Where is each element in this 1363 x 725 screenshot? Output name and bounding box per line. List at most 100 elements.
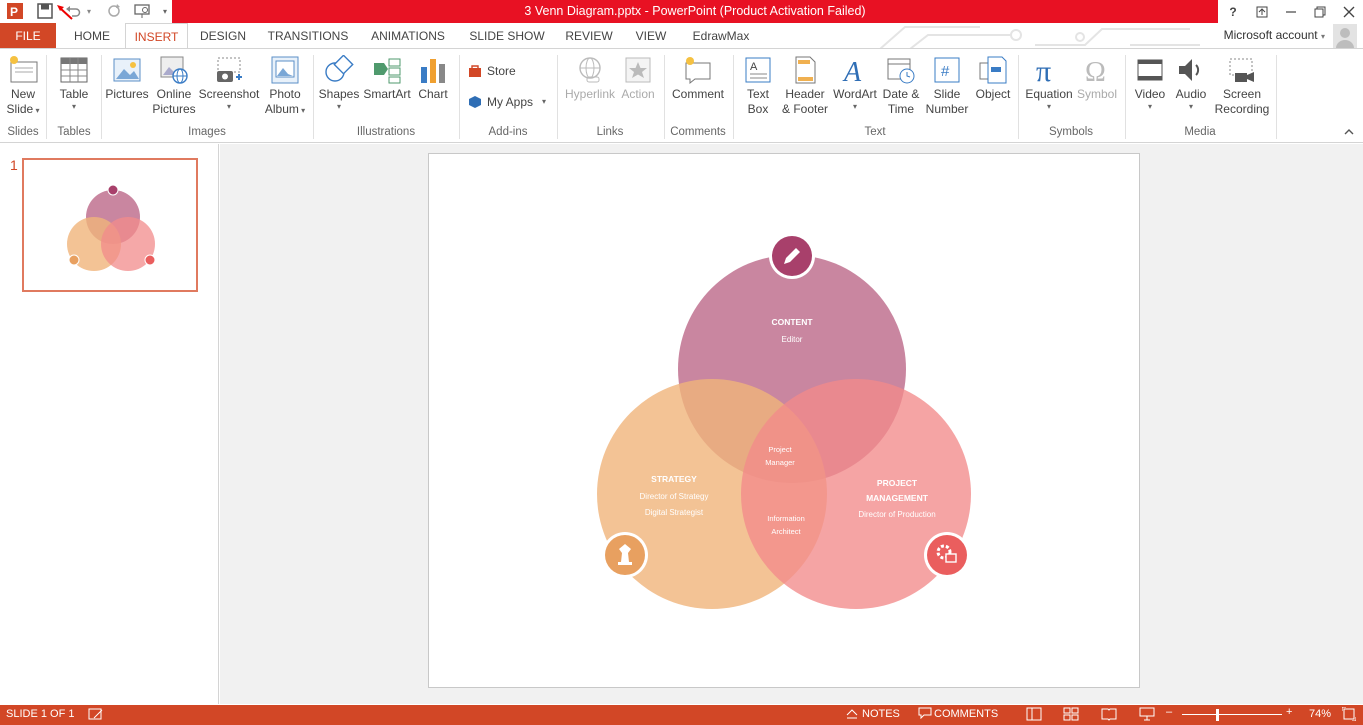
equation-button[interactable]: π Equation ▾: [1022, 53, 1076, 112]
group-text: Text: [864, 126, 886, 138]
circuit-decoration-icon: [879, 26, 1200, 49]
separator: [733, 55, 734, 139]
thumbnail-venn-preview: [67, 184, 156, 271]
smartart-icon: [370, 53, 404, 87]
symbol-button[interactable]: Ω Symbol: [1073, 53, 1121, 102]
account-menu[interactable]: Microsoft account ▾: [1224, 28, 1325, 42]
photo-album-dropdown-icon: ▾: [298, 106, 306, 115]
fit-to-window-icon[interactable]: [1341, 706, 1357, 724]
header-footer-button[interactable]: Header & Footer: [779, 53, 831, 117]
pencil-badge-icon: [769, 233, 815, 279]
collapse-ribbon-icon[interactable]: [1343, 125, 1355, 137]
comments-button[interactable]: COMMENTS: [934, 708, 998, 720]
group-images: Images: [188, 126, 226, 138]
tab-view[interactable]: VIEW: [630, 23, 672, 49]
hyperlink-label: Hyperlink: [564, 87, 615, 101]
start-from-beginning-icon[interactable]: [134, 2, 152, 20]
avatar[interactable]: [1333, 24, 1357, 48]
zoom-in-button[interactable]: +: [1286, 706, 1292, 718]
svg-text:#: #: [941, 63, 950, 80]
action-button[interactable]: Action: [619, 53, 657, 102]
date-time-button[interactable]: Date & Time: [879, 53, 923, 117]
zoom-out-button[interactable]: –: [1166, 706, 1172, 718]
powerpoint-logo-icon[interactable]: P: [6, 2, 24, 20]
screen-recording-button[interactable]: Screen Recording: [1211, 53, 1273, 117]
slide-canvas[interactable]: CONTENT Editor STRATEGY Director of Stra…: [428, 153, 1140, 688]
photo-album-label-1: Photo: [269, 87, 301, 101]
my-apps-button[interactable]: My Apps ▾: [468, 95, 546, 109]
tab-animations[interactable]: ANIMATIONS: [364, 23, 452, 49]
slide-thumbnail[interactable]: [22, 158, 198, 292]
project-subtitle: Director of Production: [858, 510, 935, 519]
chart-button[interactable]: Chart: [414, 53, 452, 102]
store-button[interactable]: Store: [468, 64, 516, 78]
photo-album-label-2: Album: [264, 102, 299, 116]
wordart-button[interactable]: A WordArt ▾: [831, 53, 879, 112]
smartart-label: SmartArt: [363, 87, 411, 101]
table-dropdown-icon: ▾: [71, 102, 76, 111]
slide-thumbnail-pane: 1: [0, 144, 219, 704]
reading-view-icon[interactable]: [1101, 707, 1117, 724]
svg-text:A: A: [842, 57, 862, 85]
comment-label: Comment: [671, 87, 724, 101]
spell-check-icon[interactable]: [88, 707, 104, 724]
slide-show-icon[interactable]: [1139, 707, 1155, 724]
smartart-button[interactable]: SmartArt: [361, 53, 413, 102]
notes-button[interactable]: NOTES: [862, 708, 900, 720]
ribbon-display-options-button[interactable]: [1248, 0, 1276, 23]
tab-file[interactable]: FILE: [0, 23, 56, 49]
restore-button[interactable]: [1306, 0, 1334, 23]
tab-edrawmax[interactable]: EdrawMax: [684, 23, 758, 49]
help-button[interactable]: ?: [1219, 0, 1247, 23]
my-apps-label: My Apps: [487, 95, 534, 109]
project-title-2: MANAGEMENT: [866, 493, 929, 503]
tab-transitions[interactable]: TRANSITIONS: [263, 23, 353, 49]
comment-button[interactable]: Comment: [668, 53, 728, 102]
shapes-label: Shapes: [318, 87, 360, 101]
tab-slide-show[interactable]: SLIDE SHOW: [464, 23, 550, 49]
online-pictures-button[interactable]: Online Pictures: [152, 53, 196, 117]
video-button[interactable]: Video ▾: [1130, 53, 1170, 112]
omega-icon: Ω: [1080, 53, 1114, 87]
audio-button[interactable]: Audio ▾: [1171, 53, 1211, 112]
text-box-button[interactable]: A Text Box: [738, 53, 778, 117]
table-icon: [57, 53, 91, 87]
video-dropdown-icon: ▾: [1147, 102, 1152, 111]
slide-number-button[interactable]: # Slide Number: [924, 53, 970, 117]
overlap-top-label-1: Project: [768, 445, 792, 454]
strategy-title: STRATEGY: [651, 474, 697, 484]
zoom-slider[interactable]: [1182, 714, 1282, 715]
hyperlink-button[interactable]: Hyperlink: [561, 53, 619, 102]
tab-review[interactable]: REVIEW: [561, 23, 617, 49]
screen-recording-label-1: Screen: [1222, 87, 1262, 101]
zoom-level[interactable]: 74%: [1309, 708, 1331, 720]
object-button[interactable]: Object: [971, 53, 1015, 102]
normal-view-icon[interactable]: [1026, 707, 1042, 724]
screenshot-button[interactable]: Screenshot ▾: [198, 53, 260, 112]
separator: [1276, 55, 1277, 139]
slide-number-label-1: Slide: [933, 87, 961, 101]
customize-qat-icon[interactable]: ▾: [160, 2, 170, 20]
slide-sorter-icon[interactable]: [1063, 707, 1079, 724]
tab-insert[interactable]: INSERT: [125, 23, 188, 49]
screen-recording-label-2: Recording: [1214, 102, 1270, 116]
svg-text:Ω: Ω: [1085, 57, 1106, 85]
redo-icon[interactable]: [105, 2, 123, 20]
minimize-button[interactable]: [1277, 0, 1305, 23]
new-slide-label-2: Slide: [6, 102, 34, 116]
tab-home[interactable]: HOME: [64, 23, 120, 49]
new-slide-button[interactable]: New Slide ▾: [2, 53, 44, 117]
close-button[interactable]: [1335, 0, 1363, 23]
photo-album-button[interactable]: Photo Album ▾: [261, 53, 309, 117]
shapes-button[interactable]: Shapes ▾: [318, 53, 360, 112]
table-button[interactable]: Table ▾: [52, 53, 96, 112]
undo-icon[interactable]: [64, 2, 82, 20]
pictures-button[interactable]: Pictures: [104, 53, 150, 102]
zoom-slider-thumb[interactable]: [1216, 709, 1219, 721]
tab-design[interactable]: DESIGN: [195, 23, 251, 49]
slide-count-status[interactable]: SLIDE 1 OF 1: [6, 708, 74, 720]
chart-label: Chart: [418, 87, 448, 101]
new-slide-dropdown-icon: ▾: [33, 106, 40, 115]
header-footer-label-2: & Footer: [781, 102, 829, 116]
undo-dropdown-icon[interactable]: ▾: [84, 2, 94, 20]
